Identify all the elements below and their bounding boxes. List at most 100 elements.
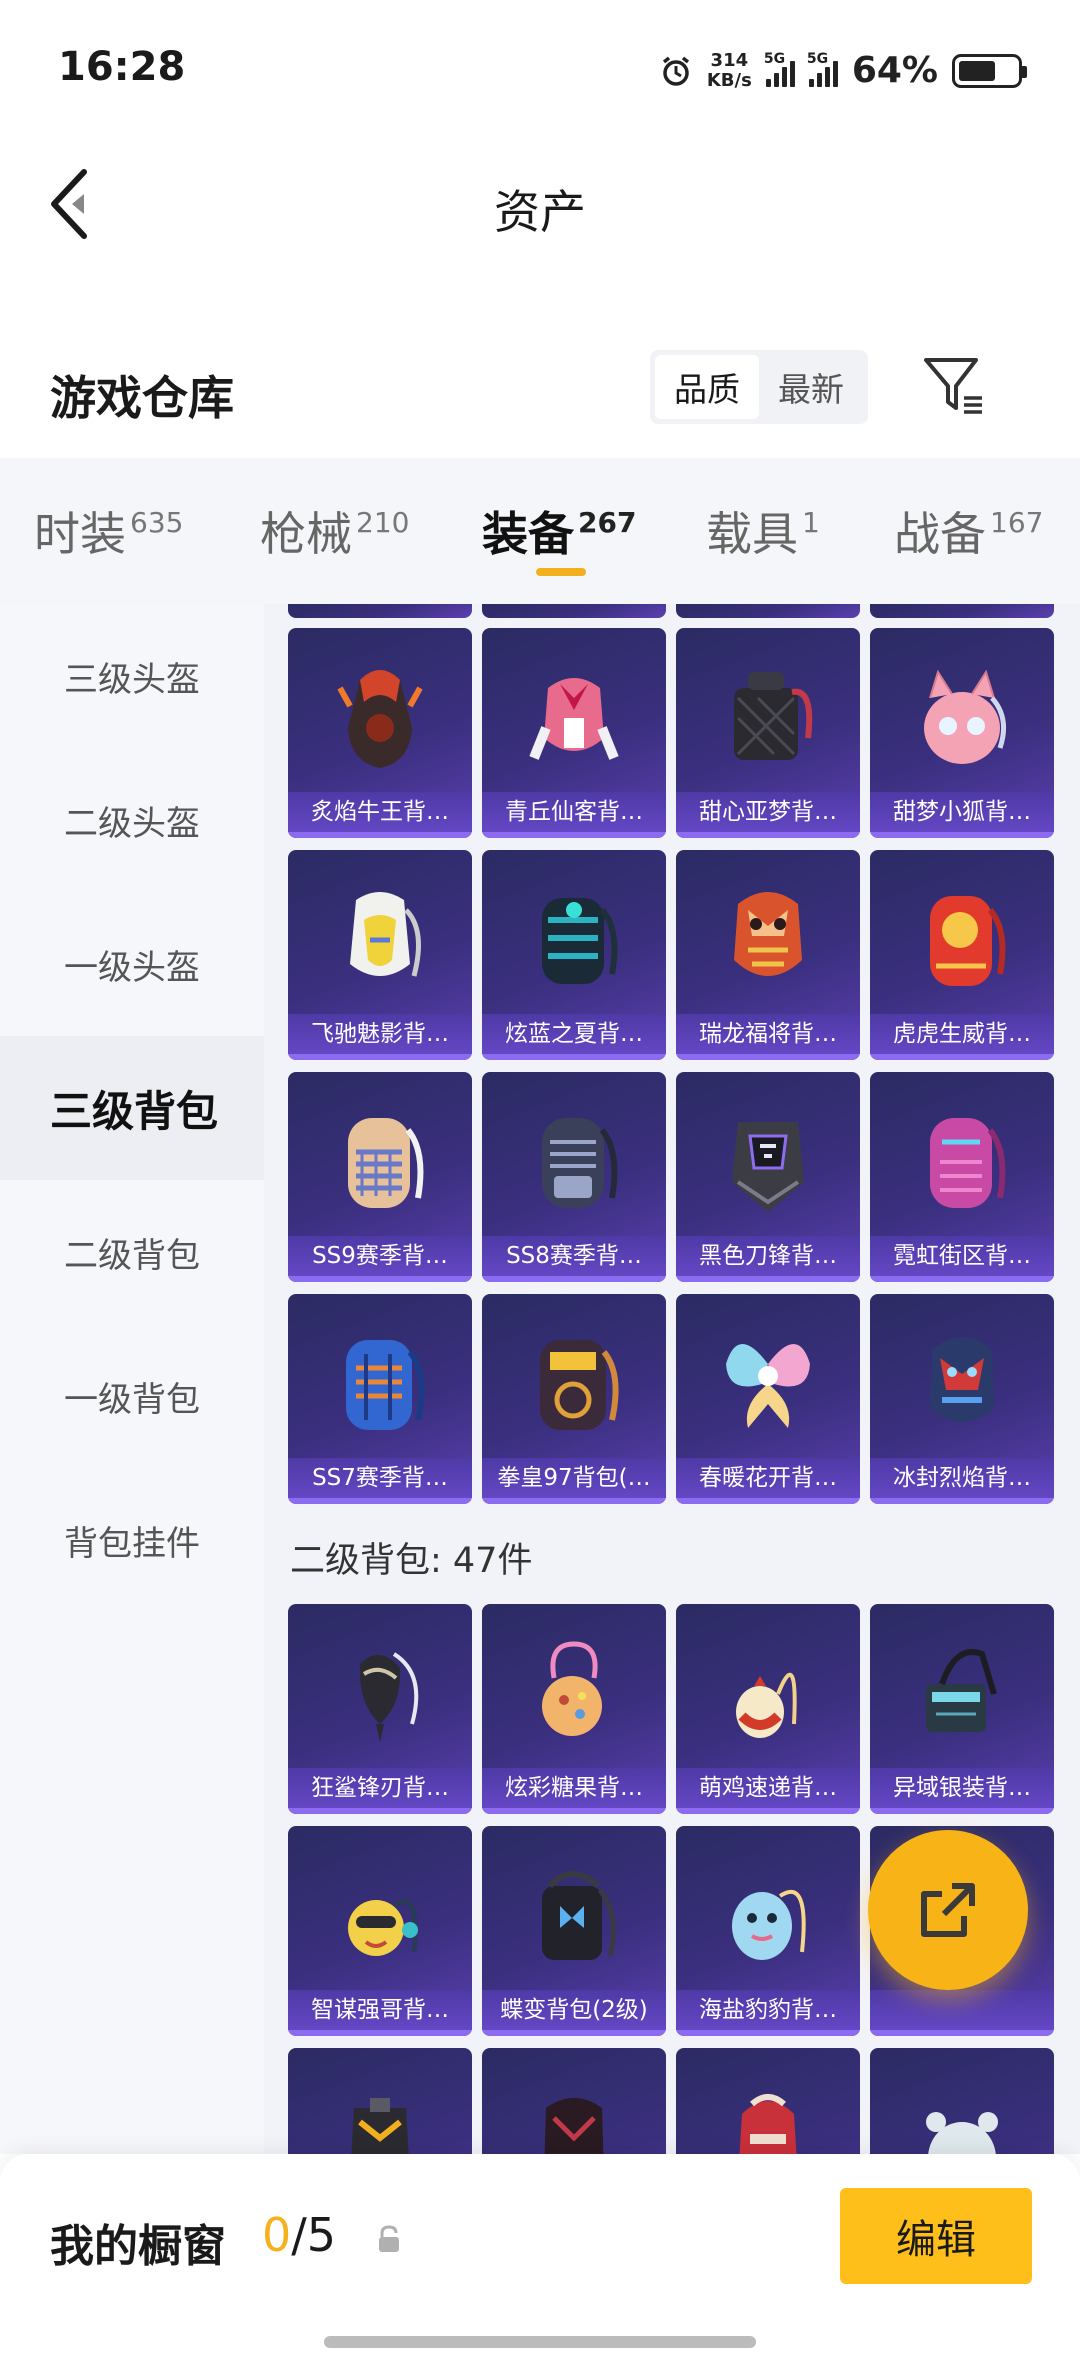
item-name: 甜梦小狐背… <box>870 792 1054 832</box>
item-card[interactable] <box>288 2048 472 2154</box>
backpack-icon <box>350 892 421 977</box>
item-card[interactable]: 炙焰牛王背… <box>288 628 472 838</box>
tab-count: 210 <box>356 506 410 539</box>
item-card[interactable]: 海盐豹豹背… <box>676 1826 860 2036</box>
battery-icon <box>952 53 1027 88</box>
item-name: 瑞龙福将背… <box>676 1014 860 1054</box>
sim2-tag: 5G <box>806 50 829 67</box>
item-card[interactable] <box>870 604 1054 618</box>
item-card[interactable]: SS8赛季背… <box>482 1072 666 1282</box>
sidebar-item-backpack-lv2[interactable]: 二级背包 <box>0 1180 264 1324</box>
item-name: 青丘仙客背… <box>482 792 666 832</box>
backpack-icon <box>542 1118 618 1208</box>
item-card[interactable]: SS9赛季背… <box>288 1072 472 1282</box>
item-card[interactable]: 霓虹街区背… <box>870 1072 1054 1282</box>
warehouse-title: 游戏仓库 <box>50 371 234 425</box>
item-card[interactable] <box>676 604 860 618</box>
share-button[interactable] <box>868 1830 1028 1990</box>
tab-label: 装备 <box>482 507 574 561</box>
sidebar-item-backpack-lv1[interactable]: 一级背包 <box>0 1324 264 1468</box>
item-card[interactable]: 狂鲨锋刃背… <box>288 1604 472 1814</box>
home-indicator[interactable] <box>324 2336 756 2348</box>
item-name: 黑色刀锋背… <box>676 1236 860 1276</box>
battery-fill <box>959 60 995 81</box>
category-tabs: 时装 635 枪械 210 装备 267 载具 1 战备 167 <box>0 458 1080 604</box>
item-card[interactable] <box>482 2048 666 2154</box>
item-card[interactable]: 飞驰魅影背… <box>288 850 472 1060</box>
tab-fashion[interactable]: 时装 635 <box>34 498 183 564</box>
item-name: 飞驰魅影背… <box>288 1014 472 1054</box>
backpack-icon <box>732 1889 806 1960</box>
status-time: 16:28 <box>58 44 186 90</box>
backpack-icon <box>540 1340 619 1430</box>
item-card[interactable]: 春暖花开背… <box>676 1294 860 1504</box>
backpack-icon <box>734 672 813 760</box>
edit-button[interactable]: 编辑 <box>840 2188 1032 2284</box>
tab-equipment[interactable]: 装备 267 <box>482 498 636 564</box>
sidebar-item-helmet-lv1[interactable]: 一级头盔 <box>0 892 264 1036</box>
item-name: 炙焰牛王背… <box>288 792 472 832</box>
item-name: 甜心亚梦背… <box>676 792 860 832</box>
item-card[interactable]: 青丘仙客背… <box>482 628 666 838</box>
item-name: 海盐豹豹背… <box>676 1990 860 2030</box>
backpack-icon <box>542 1641 602 1736</box>
sort-option-quality[interactable]: 品质 <box>655 355 759 419</box>
backpack-icon <box>351 2098 409 2154</box>
item-card[interactable] <box>288 604 472 618</box>
net-speed-unit: KB/s <box>706 69 752 91</box>
item-name: 异域银装背… <box>870 1768 1054 1808</box>
item-card[interactable]: 炫蓝之夏背… <box>482 850 666 1060</box>
backpack-icon <box>926 2112 998 2154</box>
item-card[interactable]: 甜心亚梦背… <box>676 628 860 838</box>
alarm-icon <box>662 56 689 86</box>
tab-vehicles[interactable]: 载具 1 <box>706 498 820 564</box>
item-card[interactable]: 甜梦小狐背… <box>870 628 1054 838</box>
item-card[interactable] <box>676 2048 860 2154</box>
item-name: 虎虎生威背… <box>870 1014 1054 1054</box>
sidebar-item-helmet-lv2[interactable]: 二级头盔 <box>0 748 264 892</box>
item-card[interactable]: 异域银装背… <box>870 1604 1054 1814</box>
backpack-icon <box>542 1871 616 1960</box>
item-name: 蝶变背包(2级) <box>482 1990 666 2030</box>
tab-label: 枪械 <box>260 507 352 561</box>
item-name: SS7赛季背… <box>288 1458 472 1498</box>
item-card[interactable]: 萌鸡速递背… <box>676 1604 860 1814</box>
backpack-icon <box>930 1118 1006 1208</box>
item-card[interactable] <box>870 2048 1054 2154</box>
share-icon <box>921 1883 975 1937</box>
lock-icon <box>379 2225 399 2252</box>
item-name: 狂鲨锋刃背… <box>288 1768 472 1808</box>
backpack-icon <box>739 2094 797 2154</box>
signal-icon-sim1: 5G <box>764 51 795 87</box>
backpack-icon <box>529 678 619 760</box>
sidebar-item-backpack-charm[interactable]: 背包挂件 <box>0 1468 264 1612</box>
item-card[interactable]: SS7赛季背… <box>288 1294 472 1504</box>
sidebar-item-helmet-lv3[interactable]: 三级头盔 <box>0 604 264 748</box>
item-card[interactable]: 冰封烈焰背… <box>870 1294 1054 1504</box>
item-name: 霓虹街区背… <box>870 1236 1054 1276</box>
item-card[interactable]: 黑色刀锋背… <box>676 1072 860 1282</box>
tab-label: 载具 <box>706 507 798 561</box>
tab-weapons[interactable]: 枪械 210 <box>260 498 409 564</box>
item-card[interactable]: 瑞龙福将背… <box>676 850 860 1060</box>
item-card[interactable]: 虎虎生威背… <box>870 850 1054 1060</box>
tab-supplies[interactable]: 战备 167 <box>894 498 1043 564</box>
backpack-icon <box>359 1652 419 1742</box>
filter-icon[interactable] <box>920 352 986 418</box>
sidebar-item-backpack-lv3[interactable]: 三级背包 <box>0 1036 264 1180</box>
item-name: 拳皇97背包(… <box>482 1458 666 1498</box>
item-card[interactable]: 蝶变背包(2级) <box>482 1826 666 2036</box>
page: 16:28 314 KB/s 5G 5G 64% 资产 游戏仓库 品质 最新 时… <box>0 0 1080 2376</box>
item-card[interactable]: 智谋强哥背… <box>288 1826 472 2036</box>
item-name: SS8赛季背… <box>482 1236 666 1276</box>
battery-percent: 64% <box>851 50 938 91</box>
backpack-icon <box>544 2098 604 2154</box>
sort-option-newest[interactable]: 最新 <box>759 355 863 419</box>
item-card[interactable]: 炫彩糖果背… <box>482 1604 666 1814</box>
item-card[interactable] <box>482 604 666 618</box>
item-card[interactable]: 拳皇97背包(… <box>482 1294 666 1504</box>
sim1-tag: 5G <box>763 50 786 67</box>
showcase-count-total: /5 <box>291 2208 337 2262</box>
item-name: 萌鸡速递背… <box>676 1768 860 1808</box>
tab-count: 635 <box>130 506 184 539</box>
